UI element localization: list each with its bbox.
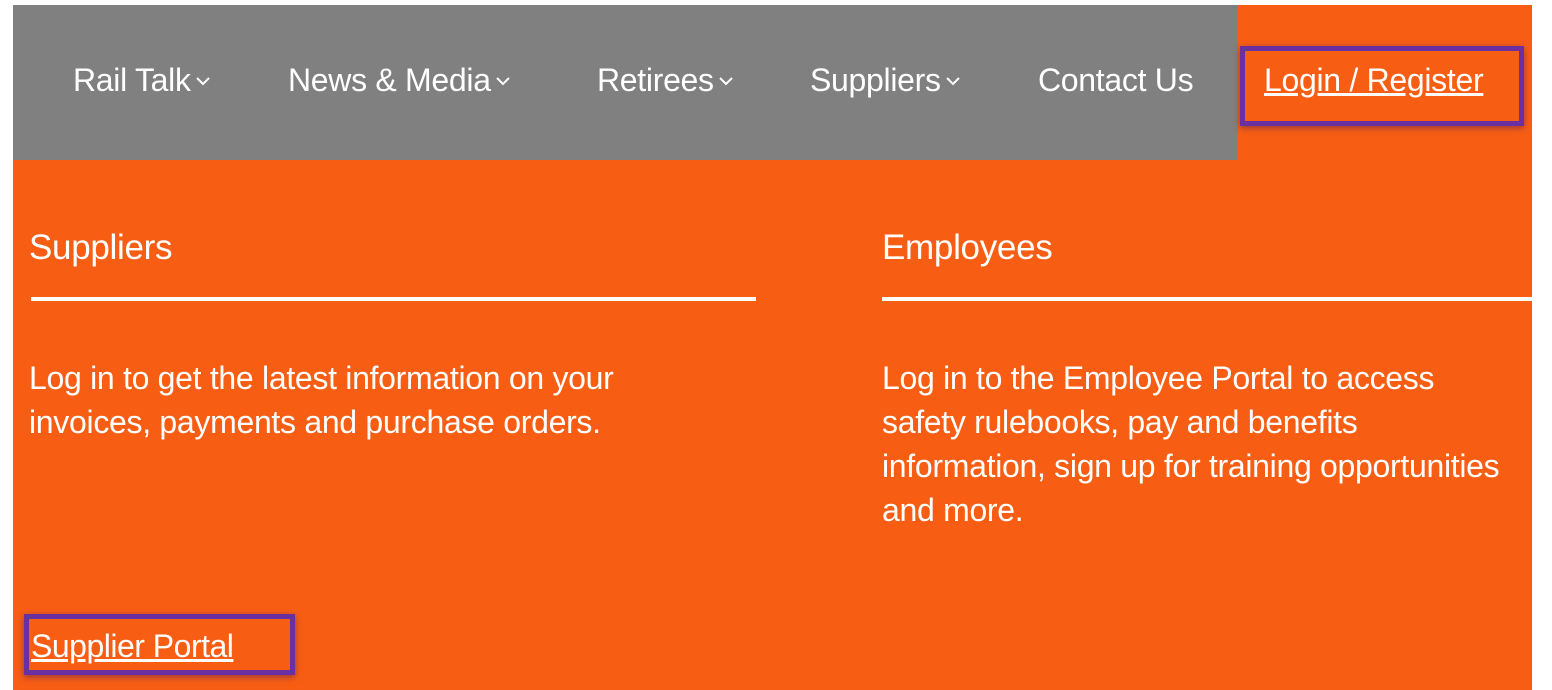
suppliers-heading: Suppliers (29, 228, 173, 267)
employees-description: Log in to the Employee Portal to access … (882, 360, 1500, 528)
dropdown-content: Suppliers Log in to get the latest infor… (0, 0, 1532, 690)
login-register-link[interactable]: Login / Register (1264, 62, 1484, 99)
suppliers-divider (31, 297, 756, 301)
employees-divider (882, 297, 1532, 301)
supplier-portal-link[interactable]: Supplier Portal (31, 628, 234, 665)
suppliers-description: Log in to get the latest information on … (29, 360, 614, 440)
employees-heading: Employees (882, 228, 1053, 267)
